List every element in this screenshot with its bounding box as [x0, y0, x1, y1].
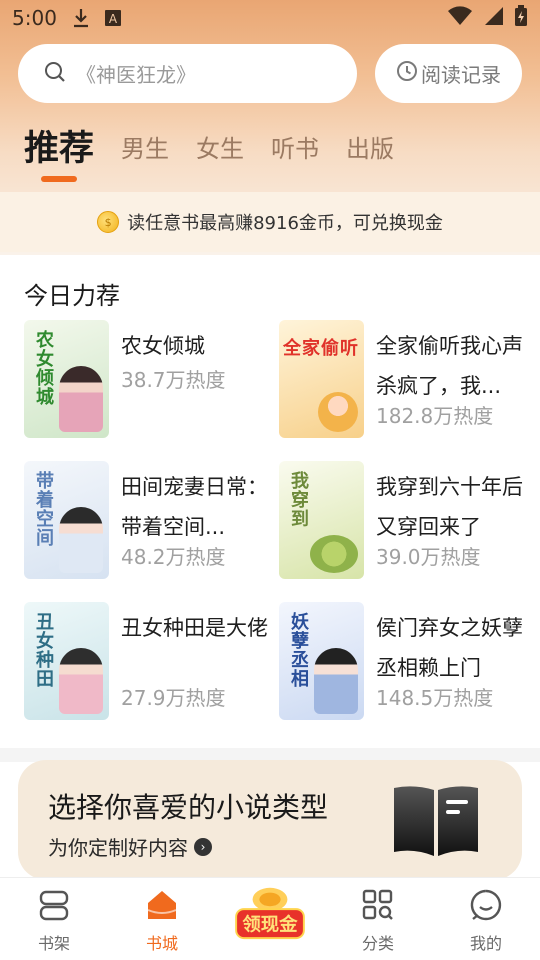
- book-cover: 带着空间: [24, 461, 109, 579]
- genre-preference-card[interactable]: 选择你喜爱的小说类型 为你定制好内容 ›: [18, 760, 522, 880]
- cover-title: 农女倾城: [33, 330, 54, 406]
- book-cover: 农女倾城: [24, 320, 109, 438]
- cover-figure: [59, 648, 103, 714]
- book-heat: 39.0万热度: [376, 545, 481, 569]
- search-icon: [44, 61, 66, 87]
- arrow-right-icon: ›: [194, 837, 212, 856]
- book-title: 丑女种田是大佬: [121, 616, 268, 640]
- book-card[interactable]: 全家偷听 全家偷听我心声杀疯了，我... 182.8万热度: [279, 320, 529, 440]
- bookshelf-icon: [37, 888, 71, 930]
- genre-card-subtitle: 为你定制好内容: [48, 836, 188, 860]
- book-cover: 丑女种田: [24, 602, 109, 720]
- book-title: 我穿到六十年后又穿回来了: [376, 475, 523, 539]
- status-bar: 5:00 A: [0, 0, 540, 36]
- book-card[interactable]: 丑女种田 丑女种田是大佬 27.9万热度: [24, 602, 274, 722]
- book-card[interactable]: 我穿到 我穿到六十年后又穿回来了 39.0万热度: [279, 461, 529, 581]
- category-grid-icon: [361, 888, 395, 930]
- book-card[interactable]: 妖孽丞相 侯门弃女之妖孽丞相赖上门 148.5万热度: [279, 602, 529, 722]
- nav-category-label: 分类: [361, 934, 394, 953]
- book-heat: 182.8万热度: [376, 404, 494, 428]
- category-tabs: 推荐 男生 女生 听书 出版: [24, 124, 421, 182]
- book-title: 侯门弃女之妖孽丞相赖上门: [376, 616, 523, 680]
- cover-title: 妖孽丞相: [288, 612, 309, 688]
- wifi-icon: [448, 6, 472, 30]
- genre-card-subtitle-row: 为你定制好内容 ›: [48, 832, 212, 861]
- tab-audiobook[interactable]: 听书: [271, 124, 319, 174]
- coin-banner-text: 读任意书最高赚8916金币，可兑换现金: [127, 213, 443, 234]
- bottom-navigation: 书架 书城 领现金 分类 我的: [0, 877, 540, 960]
- book-heat: 48.2万热度: [121, 545, 226, 569]
- get-cash-label: 领现金: [242, 913, 298, 935]
- cover-title: 全家偷听: [283, 338, 359, 359]
- book-cover: 我穿到: [279, 461, 364, 579]
- cover-title: 我穿到: [288, 471, 309, 528]
- nav-profile-label: 我的: [469, 934, 502, 953]
- download-icon: [71, 8, 91, 28]
- cover-figure: [59, 366, 103, 432]
- nav-bookshelf-label: 书架: [37, 934, 70, 953]
- book-heat: 38.7万热度: [121, 368, 226, 392]
- clock-icon: [396, 60, 421, 87]
- cover-title: 带着空间: [33, 471, 54, 547]
- profile-face-icon: [469, 888, 503, 930]
- reading-history-button[interactable]: 阅读记录: [375, 44, 522, 103]
- genre-card-title: 选择你喜爱的小说类型: [48, 791, 329, 824]
- book-heat: 148.5万热度: [376, 686, 494, 710]
- status-time: 5:00: [12, 6, 57, 30]
- nav-profile[interactable]: 我的: [432, 878, 540, 960]
- book-title: 农女倾城: [121, 334, 205, 358]
- book-card[interactable]: 带着空间 田间宠妻日常：带着空间... 48.2万热度: [24, 461, 274, 581]
- coin-reward-banner[interactable]: $ 读任意书最高赚8916金币，可兑换现金: [0, 192, 540, 252]
- get-cash-badge-icon: 领现金: [235, 887, 305, 940]
- coin-icon: $: [97, 211, 120, 233]
- nav-bookstore-label: 书城: [145, 934, 178, 953]
- nav-bookstore[interactable]: 书城: [108, 878, 216, 960]
- nav-bookshelf[interactable]: 书架: [0, 878, 108, 960]
- book-title: 田间宠妻日常：带着空间...: [121, 475, 268, 539]
- nav-get-cash[interactable]: 领现金: [216, 878, 324, 960]
- home-icon: [145, 888, 179, 930]
- cover-figure: [310, 535, 358, 573]
- svg-text:A: A: [109, 12, 118, 26]
- book-cover: 妖孽丞相: [279, 602, 364, 720]
- book-title: 全家偷听我心声杀疯了，我...: [376, 334, 523, 398]
- keyboard-a-icon: A: [103, 8, 123, 28]
- tab-recommend[interactable]: 推荐: [24, 124, 94, 182]
- reading-history-label: 阅读记录: [421, 63, 501, 87]
- nav-category[interactable]: 分类: [324, 878, 432, 960]
- cover-figure: [314, 648, 358, 714]
- book-cover: 全家偷听: [279, 320, 364, 438]
- search-input[interactable]: 《神医狂龙》: [18, 44, 357, 103]
- tab-female[interactable]: 女生: [196, 124, 244, 174]
- search-placeholder: 《神医狂龙》: [76, 63, 196, 87]
- signal-icon: [482, 6, 504, 30]
- cover-figure: [318, 392, 358, 432]
- cover-title: 丑女种田: [33, 612, 54, 688]
- book-card[interactable]: 农女倾城 农女倾城 38.7万热度: [24, 320, 274, 440]
- open-book-icon: [390, 784, 482, 862]
- tab-published[interactable]: 出版: [346, 124, 394, 174]
- battery-icon: [514, 5, 528, 31]
- tab-male[interactable]: 男生: [121, 124, 169, 174]
- book-heat: 27.9万热度: [121, 686, 226, 710]
- section-title: 今日力荐: [24, 282, 120, 310]
- cover-figure: [59, 507, 103, 573]
